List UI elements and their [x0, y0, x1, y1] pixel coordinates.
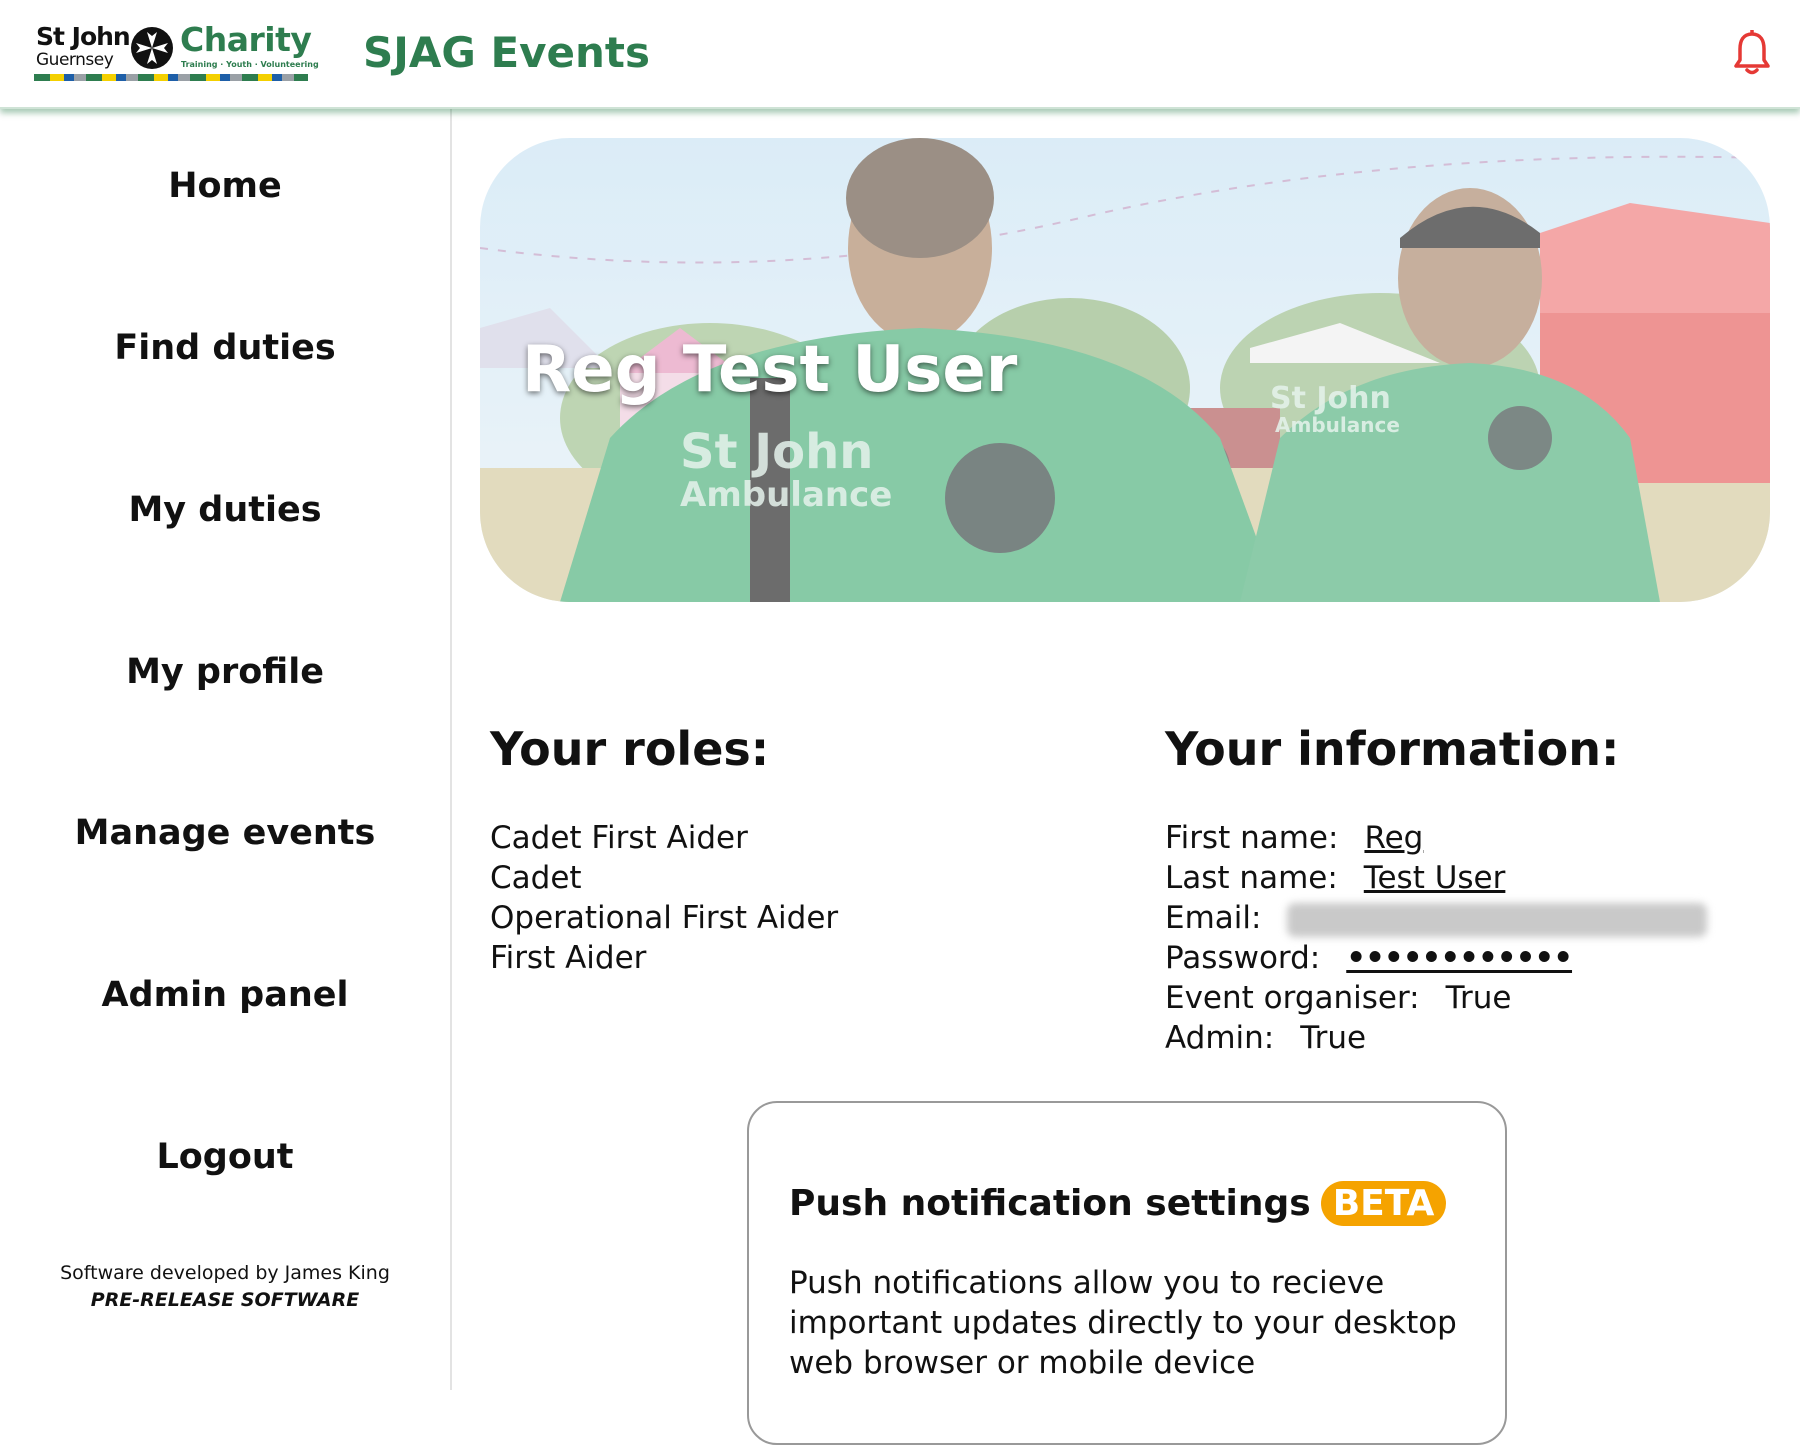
- email-value-redacted[interactable]: [1287, 902, 1708, 937]
- first-name-value[interactable]: Reg: [1364, 820, 1423, 856]
- maltese-cross-icon: [131, 27, 173, 69]
- nav-logout[interactable]: Logout: [0, 1137, 450, 1177]
- role-item: Operational First Aider: [490, 900, 839, 936]
- jacket-text-1: St John: [680, 424, 873, 480]
- last-name-label: Last name:: [1165, 860, 1338, 896]
- role-item: First Aider: [490, 940, 647, 976]
- nav-admin-panel[interactable]: Admin panel: [0, 975, 450, 1015]
- push-description: Push notifications allow you to recieve …: [789, 1265, 1457, 1381]
- role-item: Cadet: [490, 860, 582, 896]
- admin-label: Admin:: [1165, 1020, 1275, 1056]
- st-john-charity-logo[interactable]: St John Guernsey Charity Training · Yout…: [34, 20, 319, 84]
- logo-tagline: Training · Youth · Volunteering: [181, 60, 319, 69]
- roles-list: Cadet First Aider Cadet Operational Firs…: [490, 818, 838, 978]
- logo-line1: St John: [36, 22, 131, 51]
- role-item: Cadet First Aider: [490, 820, 748, 856]
- last-name-value[interactable]: Test User: [1364, 860, 1506, 896]
- jacket-text-2: Ambulance: [680, 475, 892, 515]
- password-label: Password:: [1165, 940, 1321, 976]
- push-title-row: Push notification settings BETA: [789, 1181, 1447, 1226]
- event-organiser-row: Event organiser: True: [1165, 978, 1707, 1018]
- logo-charity: Charity: [180, 20, 312, 59]
- first-name-label: First name:: [1165, 820, 1339, 856]
- roles-heading: Your roles:: [490, 722, 770, 776]
- app-header: St John Guernsey Charity Training · Yout…: [0, 0, 1800, 109]
- app-title: SJAG Events: [363, 28, 651, 77]
- sidebar: Home Find duties My duties My profile Ma…: [0, 107, 452, 1390]
- event-organiser-value: True: [1445, 980, 1512, 1016]
- nav-home[interactable]: Home: [0, 166, 450, 206]
- release-note: PRE-RELEASE SOFTWARE: [90, 1289, 360, 1311]
- nav-my-duties[interactable]: My duties: [0, 490, 450, 530]
- password-row: Password: ••••••••••••: [1165, 938, 1707, 978]
- last-name-row: Last name: Test User: [1165, 858, 1707, 898]
- nav-manage-events[interactable]: Manage events: [0, 813, 450, 853]
- logo-stripe: [34, 74, 308, 81]
- info-list: First name: Reg Last name: Test User Email…: [1165, 818, 1708, 1058]
- email-label: Email:: [1165, 900, 1262, 936]
- bell-icon[interactable]: [1732, 30, 1772, 76]
- jacket-text-4: Ambulance: [1275, 413, 1400, 437]
- developer-credit: Software developed by James King: [60, 1262, 390, 1284]
- nav-find-duties[interactable]: Find duties: [0, 328, 450, 368]
- event-organiser-label: Event organiser:: [1165, 980, 1420, 1016]
- nav-my-profile[interactable]: My profile: [0, 652, 450, 692]
- push-notification-card: Push notification settings BETA Push noti…: [747, 1101, 1507, 1445]
- info-heading: Your information:: [1165, 722, 1620, 776]
- push-title: Push notification settings: [789, 1183, 1311, 1224]
- profile-name-title: Reg Test User: [522, 333, 1018, 407]
- admin-value: True: [1300, 1020, 1367, 1056]
- jacket-text-3: St John: [1270, 381, 1391, 416]
- email-row: Email:: [1165, 898, 1708, 938]
- beta-badge: BETA: [1320, 1181, 1447, 1226]
- first-name-row: First name: Reg: [1165, 818, 1707, 858]
- logo-line2: Guernsey: [36, 50, 114, 70]
- admin-row: Admin: True: [1165, 1018, 1707, 1058]
- password-value[interactable]: ••••••••••••: [1346, 940, 1573, 976]
